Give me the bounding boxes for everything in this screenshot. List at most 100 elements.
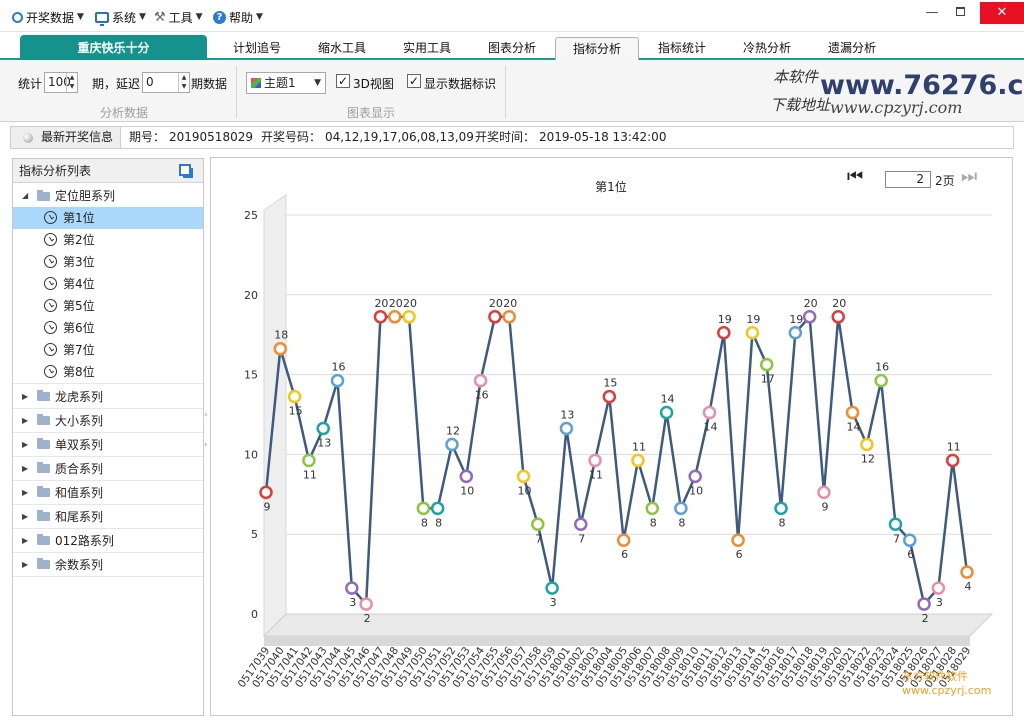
maximize-button[interactable] [946,2,974,24]
stat-label: 统计 [18,77,43,91]
tab-indicator-analysis[interactable]: 指标分析 [555,37,639,60]
folder-icon [37,190,50,201]
tree-item-pos6[interactable]: 第6位 [13,317,203,339]
tree-group-label: 单双系列 [55,438,104,452]
data-point [573,517,588,532]
folder-icon [37,558,50,569]
data-point [273,341,288,356]
data-point [388,310,402,324]
tree-group-size[interactable]: ▶ 大小系列 [13,409,203,433]
spin-arrows-icon[interactable]: ▲ ▼ [178,73,189,92]
copy-icon[interactable] [179,164,191,176]
watermark-text-top: 本软件 [773,68,819,86]
tree-group-label: 大小系列 [55,414,104,428]
data-point [874,373,888,388]
tab-indicator-stats[interactable]: 指标统计 [647,37,717,60]
group-chart-display-title: 图表显示 [347,106,396,120]
tab-bar: 重庆快乐十分 计划追号 缩水工具 实用工具 图表分析 指标分析 指标统计 冷热分… [0,32,1024,61]
tree-item-pos4[interactable]: 第4位 [13,273,203,295]
tree-item-pos1[interactable]: 第1位 [13,207,203,229]
data-label: 2 [922,612,929,625]
tree-group-sum-tail[interactable]: ▶ 和尾系列 [13,505,203,529]
chart-panel: ⏮ 2 2页 ⏭ 第1位 0 5 10 15 20 25 9 18 15 11 13 16 3 2 20 20 2… [210,157,1013,716]
tree-group-position[interactable]: ◢ 定位胆系列 [13,185,203,207]
menu-lottery-data-label: 开奖数据 [26,10,75,25]
tree-item-label: 第6位 [63,321,95,335]
tab-plan[interactable]: 计划追号 [222,37,292,60]
bottom-watermark-url: www.cpzyrj.com [902,684,992,697]
tree-item-pos7[interactable]: 第7位 [13,339,203,361]
menu-tools[interactable]: ⚒ 工具 ▼ [154,8,203,26]
tab-hot-cold[interactable]: 冷热分析 [732,37,802,60]
data-point [502,310,516,324]
data-point [903,533,917,547]
data-point [674,501,688,516]
data-label: 3 [349,596,356,609]
tab-chart-analysis[interactable]: 图表分析 [477,37,547,60]
collapsed-triangle-icon: ▶ [22,512,29,521]
view3d-checkbox[interactable]: ✓ [336,74,350,88]
data-point [402,310,416,324]
data-point [717,326,731,340]
minimize-button[interactable]: — [918,2,946,24]
watermark-url-small: www.cpzyrj.com [830,98,963,117]
chart-side-wall [263,194,287,638]
tree-group-sum[interactable]: ▶ 和值系列 [13,481,203,505]
theme-select[interactable]: 主题1 ▼ [246,72,326,94]
data-point [817,485,831,500]
data-label: 14 [703,421,717,434]
bottom-watermark-text: 东方软件软件 [902,670,968,683]
view3d-label: 3D视图 [353,77,394,91]
close-button[interactable]: ✕ [980,2,1024,24]
collapsed-triangle-icon: ▶ [22,560,29,569]
data-label: 10 [689,484,703,497]
data-point [259,485,273,500]
folder-icon [37,510,50,521]
menu-lottery-data[interactable]: 开奖数据 ▼ [12,8,84,26]
tree-item-label: 第8位 [63,365,95,379]
data-label: 20 [374,297,388,310]
latest-draw-button[interactable]: 最新开奖信息 [11,127,121,148]
data-label: 9 [821,500,828,513]
indicator-list-title: 指标分析列表 [19,164,92,178]
spin-arrows-icon[interactable]: ▲ ▼ [66,73,77,92]
show-data-labels-checkbox[interactable]: ✓ [407,74,421,88]
tab-omission[interactable]: 遗漏分析 [817,37,887,60]
help-icon: ? [213,10,226,24]
data-point [359,597,373,611]
tree-item-pos5[interactable]: 第5位 [13,295,203,317]
data-label: 20 [804,297,818,310]
tree-group-012[interactable]: ▶ 012路系列 [13,529,203,553]
stat-count-input[interactable]: 100 ▲ ▼ [44,72,78,93]
maximize-icon [955,7,965,16]
tree-item-label: 第4位 [63,277,95,291]
tree-item-pos8[interactable]: 第8位 [13,361,203,384]
y-tick-label: 20 [244,289,258,302]
menu-help[interactable]: ? 帮助 ▼ [213,8,263,26]
data-point [445,437,459,452]
tab-shrink-tool[interactable]: 缩水工具 [307,37,377,60]
data-label: 12 [861,452,875,465]
tree-group-odd-even[interactable]: ▶ 单双系列 [13,433,203,457]
data-point [287,389,302,404]
data-point [731,533,745,547]
tab-utility[interactable]: 实用工具 [392,37,462,60]
tree-group-dragon-tiger[interactable]: ▶ 龙虎系列 [13,385,203,409]
tab-lottery[interactable]: 重庆快乐十分 [20,35,207,61]
data-point [845,405,860,420]
menu-bar: 开奖数据 ▼ 系统 ▼ ⚒ 工具 ▼ ? 帮助 ▼ — ✕ [0,0,1024,32]
menu-system[interactable]: 系统 ▼ [95,8,146,26]
bottom-watermark: 东方软件软件 www.cpzyrj.com [902,668,991,697]
minimize-icon: — [925,5,939,20]
tree-group-remainder[interactable]: ▶ 余数系列 [13,553,203,577]
tree-item-pos2[interactable]: 第2位 [13,229,203,251]
delay-input[interactable]: 0 ▲ ▼ [142,72,190,93]
tree-group-label: 012路系列 [55,534,114,548]
data-point [616,533,631,547]
data-label: 3 [550,596,557,609]
tree-group-label: 定位胆系列 [55,189,116,203]
tree-item-pos3[interactable]: 第3位 [13,251,203,273]
tree-group-prime[interactable]: ▶ 质合系列 [13,457,203,481]
caret-down-icon: ▼ [139,12,146,22]
time-label: 开奖时间： [475,130,536,144]
